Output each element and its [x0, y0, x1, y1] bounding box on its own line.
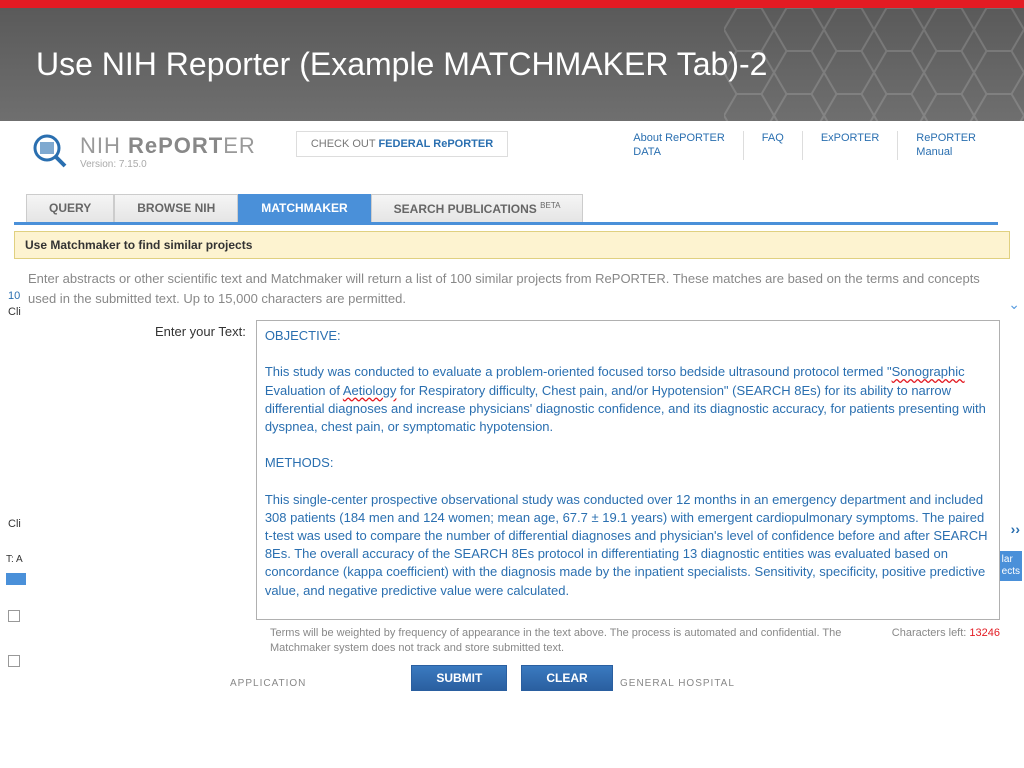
instructions-text: Enter abstracts or other scientific text… — [0, 259, 1024, 320]
abstract-textarea[interactable]: OBJECTIVE: This study was conducted to e… — [256, 320, 1000, 620]
footer-note: Terms will be weighted by frequency of a… — [270, 626, 892, 657]
form-area: Enter your Text: OBJECTIVE: This study w… — [0, 320, 1024, 620]
nav-exporter[interactable]: ExPORTER — [802, 131, 897, 160]
button-row: SUBMIT CLEAR — [0, 657, 1024, 699]
federal-reporter-link[interactable]: CHECK OUT FEDERAL RePORTER — [296, 131, 508, 157]
slide-title: Use NIH Reporter (Example MATCHMAKER Tab… — [36, 46, 767, 83]
tab-query[interactable]: QUERY — [26, 194, 114, 222]
tab-search-pubs[interactable]: SEARCH PUBLICATIONS BETA — [371, 194, 584, 222]
nav-manual[interactable]: RePORTER Manual — [897, 131, 994, 160]
tabs: QUERY BROWSE NIH MATCHMAKER SEARCH PUBLI… — [26, 194, 1024, 222]
logo-area[interactable]: NIH RePORTER Version: 7.15.0 — [30, 131, 256, 171]
content-area: 10 Cli Cli T: A NIH RePORTER Version: 7.… — [0, 121, 1024, 699]
tab-underline — [14, 222, 998, 225]
expand-arrow-icon[interactable]: ›› — [1011, 521, 1020, 537]
logo-name: NIH RePORTER — [80, 133, 256, 159]
nav-faq[interactable]: FAQ — [743, 131, 802, 160]
collapse-chevron-icon[interactable]: ⌄ — [1008, 296, 1020, 313]
slide-header: Use NIH Reporter (Example MATCHMAKER Tab… — [0, 8, 1024, 121]
instruction-banner: Use Matchmaker to find similar projects — [14, 231, 1010, 259]
tab-browse[interactable]: BROWSE NIH — [114, 194, 238, 222]
top-bar: NIH RePORTER Version: 7.15.0 CHECK OUT F… — [0, 131, 1024, 186]
tab-matchmaker[interactable]: MATCHMAKER — [238, 194, 370, 222]
char-counter: Characters left: 13246 — [892, 626, 1000, 657]
reporter-logo-icon — [30, 131, 70, 171]
bg-fragment-bottom1: APPLICATION — [230, 678, 306, 689]
nav-links: About RePORTER DATA FAQ ExPORTER RePORTE… — [615, 131, 994, 160]
clear-button[interactable]: CLEAR — [521, 665, 612, 691]
red-accent-bar — [0, 0, 1024, 8]
textarea-label: Enter your Text: — [155, 320, 246, 620]
bg-fragment-bottom2: GENERAL HOSPITAL — [620, 678, 735, 689]
submit-button[interactable]: SUBMIT — [411, 665, 507, 691]
nav-about[interactable]: About RePORTER DATA — [615, 131, 743, 160]
footer-text: Terms will be weighted by frequency of a… — [0, 620, 1024, 657]
hex-decoration — [724, 8, 1024, 121]
logo-version: Version: 7.15.0 — [80, 159, 256, 170]
bg-fragment-right-badge: lar ects — [1000, 551, 1022, 581]
